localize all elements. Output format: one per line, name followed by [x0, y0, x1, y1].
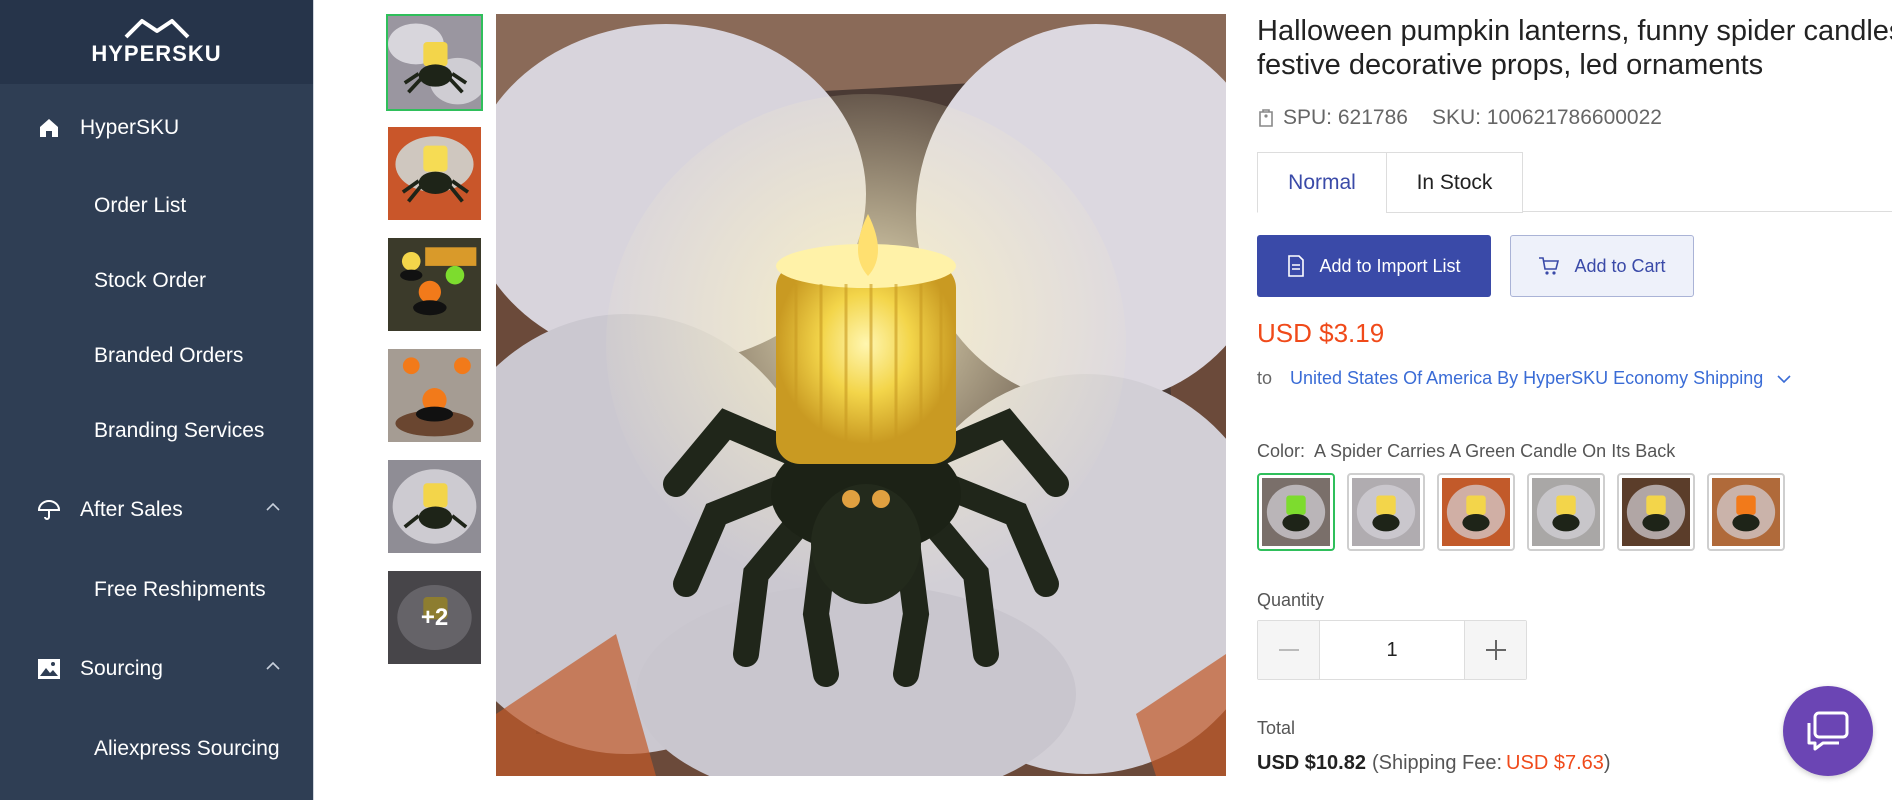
swatch-image [1262, 478, 1330, 546]
spider-candle-image [496, 14, 1226, 776]
swatch-image [1352, 478, 1420, 546]
sidebar-item-label: After Sales [80, 498, 183, 521]
product-mode-tabs: Normal In Stock [1257, 152, 1892, 213]
tab-label: Normal [1288, 170, 1356, 194]
sidebar-item-aliexpress-sourcing[interactable]: Aliexpress Sourcing [0, 719, 314, 779]
color-label: Color: [1257, 441, 1306, 461]
total-amount: USD $10.82 [1257, 752, 1366, 774]
sidebar-item-sourcing[interactable]: Sourcing [0, 639, 314, 699]
sidebar-item-branding-services[interactable]: Branding Services [0, 401, 314, 461]
tag-icon [1259, 109, 1273, 127]
thumbnail[interactable] [386, 347, 483, 444]
sidebar-item-free-reshipments[interactable]: Free Reshipments [0, 560, 314, 620]
product-thumbnail-image [388, 127, 481, 220]
add-to-import-list-button[interactable]: Add to Import List [1257, 235, 1491, 297]
spu-code: SPU: 621786 [1283, 106, 1408, 129]
product-thumbnail-image [388, 460, 481, 553]
sidebar-item-branded-orders[interactable]: Branded Orders [0, 326, 314, 386]
sidebar-item-label: Sourcing [80, 657, 163, 680]
chevron-up-icon [266, 661, 280, 670]
color-swatch[interactable] [1617, 473, 1695, 551]
product-thumbnail-image [388, 238, 481, 331]
quantity-input[interactable]: 1 [1320, 621, 1464, 679]
sidebar-item-label: Aliexpress Sourcing [94, 737, 280, 760]
sidebar-item-hypersku[interactable]: HyperSKU [0, 98, 314, 158]
product-info-panel: Halloween pumpkin lanterns, funny spider… [1257, 0, 1892, 800]
product-price: USD $3.19 [1257, 318, 1385, 348]
shipping-fee-amount: USD $7.63 [1506, 752, 1604, 774]
sidebar-item-label: HyperSKU [80, 116, 180, 139]
swatch-image [1712, 478, 1780, 546]
quantity-stepper: 1 [1257, 620, 1527, 680]
add-to-cart-label: Add to Cart [1574, 255, 1666, 276]
thumbnail-more[interactable]: +2 [386, 569, 483, 666]
product-title: Halloween pumpkin lanterns, funny spider… [1257, 15, 1892, 81]
brand-name: HYPERSKU [91, 41, 222, 66]
shipping-destination-link[interactable]: United States Of America By HyperSKU Eco… [1290, 368, 1763, 389]
color-value: A Spider Carries A Green Candle On Its B… [1314, 441, 1676, 461]
color-swatch[interactable] [1257, 473, 1335, 551]
home-icon [36, 115, 62, 141]
add-to-import-list-label: Add to Import List [1319, 255, 1461, 276]
swatch-image [1442, 478, 1510, 546]
more-images-count: +2 [388, 571, 481, 664]
sidebar: HYPERSKU HyperSKU Order List Stock Order… [0, 0, 314, 800]
total-label: Total [1257, 718, 1296, 738]
sidebar-item-stock-order[interactable]: Stock Order [0, 251, 314, 311]
sku-code: SKU: 100621786600022 [1431, 106, 1662, 129]
umbrella-icon [36, 497, 62, 523]
swatch-image [1622, 478, 1690, 546]
main-product-image[interactable] [496, 14, 1226, 776]
shipping-fee-close: ) [1603, 752, 1611, 774]
color-swatches [1257, 473, 1797, 551]
product-thumbnail-image [388, 16, 481, 109]
thumbnail[interactable] [386, 14, 483, 111]
document-icon [1287, 255, 1305, 277]
brand-logo[interactable]: HYPERSKU [0, 0, 313, 84]
color-swatch[interactable] [1707, 473, 1785, 551]
sidebar-item-after-sales[interactable]: After Sales [0, 480, 314, 540]
sidebar-item-order-list[interactable]: Order List [0, 176, 314, 236]
plus-icon [1485, 640, 1506, 660]
sidebar-item-label: Branding Services [94, 419, 265, 442]
image-icon [36, 656, 62, 682]
chevron-down-icon[interactable] [1777, 374, 1791, 384]
sidebar-item-label: Stock Order [94, 269, 207, 292]
sidebar-item-label: Free Reshipments [94, 578, 266, 601]
add-to-cart-button[interactable]: Add to Cart [1510, 235, 1694, 297]
quantity-label: Quantity [1257, 590, 1325, 610]
color-selection-label: Color: A Spider Carries A Green Candle O… [1257, 441, 1675, 462]
hypersku-logo-icon [124, 19, 189, 39]
product-thumbnail-image [388, 349, 481, 442]
chevron-up-icon [266, 502, 280, 511]
chat-button[interactable] [1783, 686, 1873, 776]
color-swatch[interactable] [1347, 473, 1425, 551]
cart-icon [1538, 256, 1560, 276]
sidebar-item-label: Branded Orders [94, 344, 244, 367]
tab-normal[interactable]: Normal [1257, 152, 1387, 213]
shipping-fee-label: (Shipping Fee: [1371, 752, 1503, 774]
shipping-selector: to United States Of America By HyperSKU … [1257, 368, 1791, 389]
increase-quantity-button[interactable] [1464, 621, 1526, 679]
sidebar-item-label: Order List [94, 194, 187, 217]
total-summary: USD $10.82 (Shipping Fee: USD $7.63 ) [1257, 752, 1611, 775]
chat-bubbles-icon [1807, 711, 1849, 751]
color-swatch[interactable] [1527, 473, 1605, 551]
tab-in-stock[interactable]: In Stock [1386, 152, 1523, 213]
shipping-to-label: to [1257, 368, 1273, 388]
thumbnail[interactable] [386, 236, 483, 333]
swatch-image [1532, 478, 1600, 546]
thumbnail[interactable] [386, 125, 483, 222]
thumbnail[interactable] [386, 458, 483, 555]
decrease-quantity-button[interactable] [1258, 621, 1320, 679]
color-swatch[interactable] [1437, 473, 1515, 551]
minus-icon [1278, 649, 1299, 651]
product-ids: SPU: 621786 SKU: 100621786600022 [1257, 106, 1662, 130]
tab-label: In Stock [1416, 170, 1493, 194]
